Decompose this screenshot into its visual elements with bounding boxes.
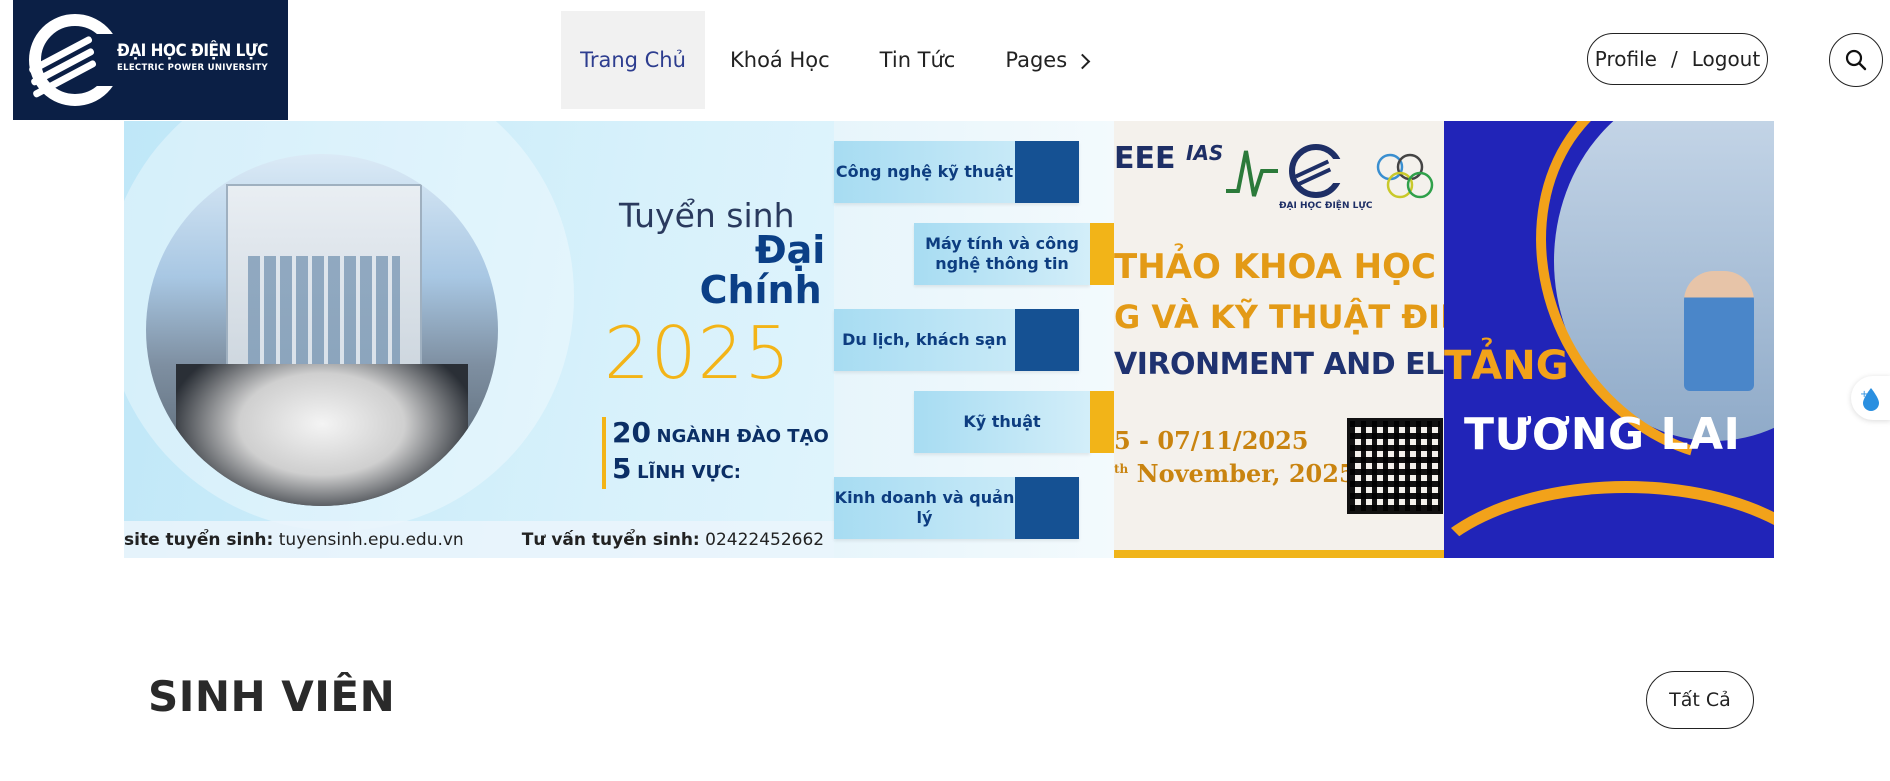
admissions-footer: site tuyển sinh: tuyensinh.epu.edu.vn Tư…	[124, 521, 834, 558]
logo-emblem-icon	[29, 14, 127, 106]
conference-title1: THẢO KHOA HỌC QUỐC T	[1114, 247, 1444, 287]
logo-caption: ĐẠI HỌC ĐIỆN LỰC	[1279, 201, 1373, 211]
slide-future[interactable]: TẢNG TƯƠNG LAI	[1444, 121, 1774, 558]
conference-title2: G VÀ KỸ THUẬT ĐIỆN - C	[1114, 298, 1444, 336]
field-pill: Kinh doanh và quản lý	[834, 477, 1079, 539]
profile-link[interactable]: Profile	[1595, 47, 1657, 71]
field-pill: Du lịch, khách sạn	[834, 309, 1079, 371]
student-image	[1684, 271, 1754, 391]
chevron-right-icon	[1074, 53, 1091, 69]
search-icon	[1845, 49, 1867, 71]
section-title: SINH VIÊN	[148, 672, 396, 721]
rings-logo-icon	[1376, 153, 1434, 199]
nav-home[interactable]: Trang Chủ	[561, 11, 705, 109]
slide-conference[interactable]: EEE IAS ĐẠI HỌC ĐIỆN LỰC THẢO KHOA HỌC Q…	[1114, 121, 1444, 558]
logo-name: ĐẠI HỌC ĐIỆN LỰC	[117, 41, 268, 61]
conference-date2: th November, 2025	[1114, 459, 1356, 488]
logo-subtitle: ELECTRIC POWER UNIVERSITY	[117, 63, 268, 73]
hero-carousel[interactable]: Tuyển sinh Đại Học Chính Quy 2025 20 NGÀ…	[124, 121, 1774, 558]
admissions-year: 2025	[604, 311, 792, 395]
qr-code	[1347, 418, 1443, 514]
admissions-stats: 20 NGÀNH ĐÀO TẠO 5 LĨNH VỰC:	[602, 417, 829, 489]
ias-logo: IAS	[1186, 141, 1224, 165]
future-line2: TƯƠNG LAI	[1464, 409, 1741, 460]
students-image	[176, 364, 468, 506]
gear-head-icon	[1015, 141, 1079, 203]
slide-admissions[interactable]: Tuyển sinh Đại Học Chính Quy 2025 20 NGÀ…	[124, 121, 1114, 558]
view-all-button[interactable]: Tất Cả	[1646, 671, 1754, 729]
tools-icon	[1090, 391, 1114, 453]
search-button[interactable]	[1829, 33, 1883, 87]
campus-photo	[146, 154, 498, 506]
field-pill: Công nghệ kỹ thuật	[834, 141, 1079, 203]
main-nav: Trang Chủ Khoá Học Tin Tức Pages	[561, 11, 1113, 109]
fields-column: Công nghệ kỹ thuật Máy tính và công nghệ…	[834, 121, 1114, 558]
conference-date1: 5 - 07/11/2025	[1114, 426, 1309, 455]
nav-pages[interactable]: Pages	[980, 11, 1113, 109]
nav-pages-label: Pages	[1005, 48, 1068, 72]
briefcase-icon	[1015, 477, 1079, 539]
waveform-icon	[1226, 150, 1278, 197]
globe-icon	[1015, 309, 1079, 371]
accessibility-widget[interactable]: +	[1851, 376, 1890, 420]
computer-icon	[1090, 223, 1114, 285]
ieee-logo: EEE	[1114, 141, 1176, 176]
field-pill: Kỹ thuật	[914, 391, 1114, 453]
field-pill: Máy tính và công nghệ thông tin	[914, 223, 1114, 285]
nav-news[interactable]: Tin Tức	[855, 11, 981, 109]
svg-text:+: +	[1860, 389, 1868, 400]
auth-links: Profile / Logout	[1587, 33, 1768, 85]
logout-link[interactable]: Logout	[1692, 47, 1760, 71]
future-line1: TẢNG	[1444, 343, 1569, 389]
water-drop-icon: +	[1860, 388, 1879, 411]
auth-separator: /	[1670, 47, 1678, 71]
university-logo[interactable]: ĐẠI HỌC ĐIỆN LỰC ELECTRIC POWER UNIVERSI…	[13, 0, 288, 120]
epu-logo-icon	[1289, 144, 1346, 198]
nav-courses[interactable]: Khoá Học	[705, 11, 855, 109]
conference-title3: VIRONMENT AND ELECTRICA	[1114, 347, 1444, 382]
